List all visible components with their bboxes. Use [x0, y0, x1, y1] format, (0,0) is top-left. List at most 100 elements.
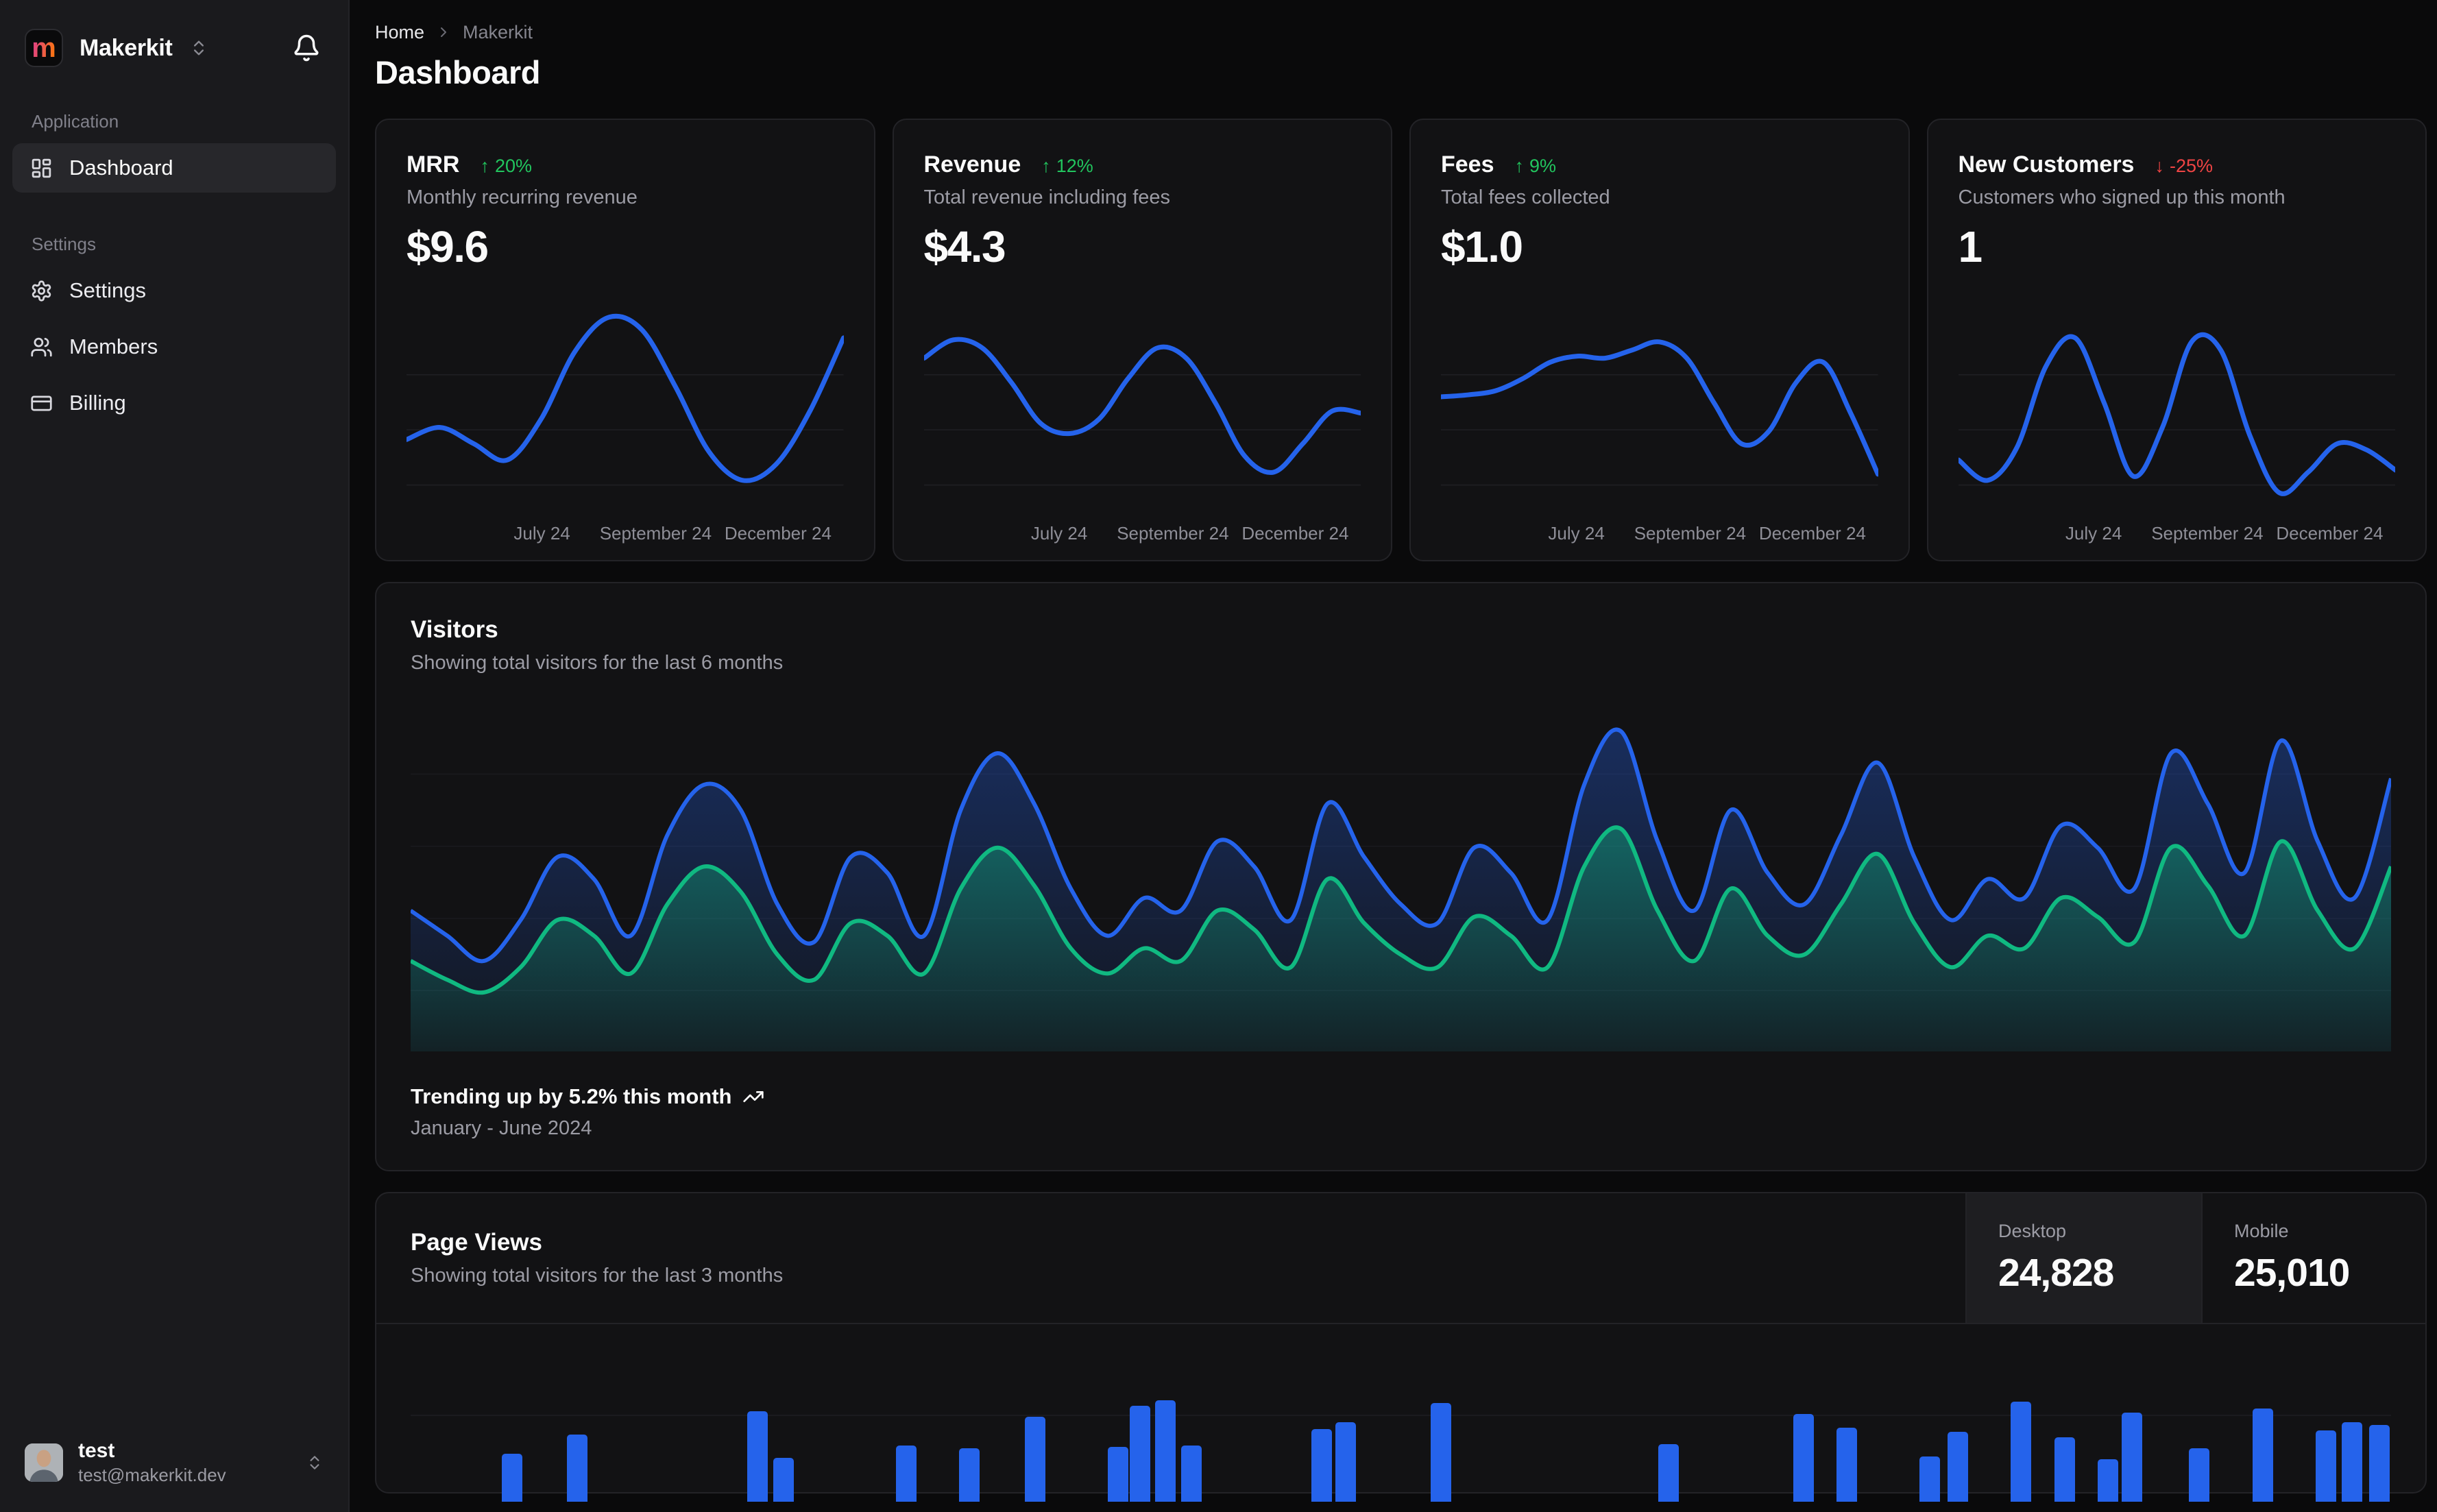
stat-value: $4.3 — [923, 222, 1006, 271]
toggle-mobile[interactable]: Mobile 25,010 — [2201, 1193, 2425, 1323]
chevrons-up-down-icon[interactable] — [306, 1454, 324, 1472]
settings-nav: Settings Members Billing — [0, 255, 348, 439]
bar — [1024, 1417, 1045, 1502]
bar — [2316, 1430, 2337, 1502]
axis-tick: September 24 — [1117, 523, 1229, 544]
chevron-right-icon — [435, 24, 452, 40]
bar — [895, 1446, 917, 1502]
trend-badge: ↑ 12% — [1041, 156, 1093, 177]
bar — [1155, 1400, 1176, 1502]
toggle-value: 24,828 — [1998, 1251, 2114, 1295]
bar — [2341, 1422, 2362, 1502]
bar — [747, 1411, 768, 1502]
trend-value: -25% — [2169, 156, 2213, 176]
stat-card-revenue: Revenue ↑ 12% Total revenue including fe… — [892, 119, 1392, 561]
visitors-card: Visitors Showing total visitors for the … — [375, 582, 2427, 1171]
arrow-up-icon: ↑ — [1041, 156, 1051, 176]
axis-tick: December 24 — [724, 523, 832, 544]
sidebar-item-members[interactable]: Members — [12, 322, 336, 371]
toggle-desktop[interactable]: Desktop 24,828 — [1965, 1193, 2201, 1323]
x-axis-labels: July 24 September 24 December 24 — [924, 517, 1361, 550]
bar — [1947, 1432, 1968, 1502]
user-menu[interactable]: test test@makerkit.dev — [0, 1419, 348, 1512]
sidebar-item-label: Billing — [69, 391, 126, 415]
nav-section-settings: Settings — [32, 234, 96, 254]
fees-sparkline-chart — [1441, 291, 1878, 517]
bar — [959, 1448, 980, 1502]
users-icon — [30, 336, 53, 358]
bar — [1129, 1406, 1150, 1502]
toggle-value: 25,010 — [2234, 1251, 2350, 1295]
bar — [2098, 1459, 2119, 1502]
stat-description: Monthly recurring revenue — [407, 186, 638, 208]
sidebar-item-billing[interactable]: Billing — [12, 378, 336, 428]
layout-dashboard-icon — [30, 157, 53, 180]
trend-value: 20% — [494, 156, 532, 176]
stat-card-mrr: MRR ↑ 20% Monthly recurring revenue $9.6… — [375, 119, 875, 561]
arrow-up-icon: ↑ — [1514, 156, 1525, 176]
bar — [1311, 1429, 1333, 1502]
axis-tick: July 24 — [1030, 523, 1088, 544]
bar — [1658, 1444, 1680, 1502]
sidebar-item-dashboard[interactable]: Dashboard — [12, 143, 336, 193]
page-views-subtitle: Showing total visitors for the last 3 mo… — [411, 1265, 784, 1287]
breadcrumb-current: Makerkit — [463, 21, 533, 42]
stat-title: Fees — [1441, 151, 1494, 178]
workspace-selector[interactable]: m Makerkit — [0, 0, 348, 81]
page-views-bar-chart — [411, 1324, 2391, 1502]
sidebar-item-settings[interactable]: Settings — [12, 266, 336, 315]
bar — [2122, 1413, 2143, 1502]
stat-card-new-customers: New Customers ↓ -25% Customers who signe… — [1926, 119, 2427, 561]
breadcrumb-home-link[interactable]: Home — [375, 22, 424, 43]
revenue-sparkline-chart — [924, 291, 1361, 517]
page-views-toggle-group: Desktop 24,828 Mobile 25,010 — [1965, 1193, 2425, 1323]
credit-card-icon — [30, 392, 53, 415]
x-axis-labels: July 24 September 24 December 24 — [1441, 517, 1878, 550]
gear-icon — [30, 280, 53, 302]
axis-tick: July 24 — [513, 523, 570, 544]
trend-badge: ↑ 20% — [480, 156, 532, 177]
chevrons-up-down-icon[interactable] — [189, 38, 208, 58]
user-email: test@makerkit.dev — [78, 1465, 226, 1485]
arrow-up-icon: ↑ — [480, 156, 489, 176]
bar — [1793, 1414, 1814, 1502]
makerkit-logo: m — [25, 29, 63, 67]
trend-value: 12% — [1056, 156, 1093, 176]
user-meta: test test@makerkit.dev — [78, 1439, 226, 1486]
stat-description: Total revenue including fees — [923, 186, 1171, 208]
trend-badge: ↑ 9% — [1515, 156, 1557, 177]
bar — [2189, 1448, 2210, 1502]
x-axis-labels: July 24 September 24 December 24 — [407, 517, 844, 550]
stat-cards-row: MRR ↑ 20% Monthly recurring revenue $9.6… — [375, 119, 2427, 561]
stat-title: New Customers — [1958, 151, 2135, 178]
sidebar-item-label: Dashboard — [69, 156, 173, 180]
axis-tick: September 24 — [1634, 523, 1747, 544]
toggle-label: Desktop — [1998, 1221, 2067, 1241]
visitors-period: January - June 2024 — [411, 1117, 592, 1139]
x-axis-labels: July 24 September 24 December 24 — [1959, 517, 2396, 550]
stat-description: Total fees collected — [1441, 186, 1610, 208]
visitors-title: Visitors — [411, 616, 498, 643]
arrow-down-icon: ↓ — [2155, 156, 2164, 176]
breadcrumb: Home Makerkit — [375, 21, 2427, 44]
sidebar-item-label: Settings — [69, 278, 147, 302]
user-name: test — [78, 1439, 115, 1462]
bar — [2252, 1409, 2273, 1502]
workspace-name[interactable]: Makerkit — [80, 35, 173, 62]
bar — [1430, 1403, 1451, 1502]
main-content: Home Makerkit Dashboard MRR ↑ 20% Monthl… — [351, 0, 2437, 1502]
trend-value: 9% — [1529, 156, 1557, 176]
bar — [1836, 1428, 1858, 1502]
bar — [1107, 1447, 1128, 1502]
axis-tick: July 24 — [1548, 523, 1605, 544]
makerkit-logo-letter: m — [32, 33, 56, 63]
axis-tick: July 24 — [2065, 523, 2122, 544]
stat-value: $1.0 — [1441, 222, 1523, 271]
nav-section-application: Application — [32, 111, 119, 132]
bar — [501, 1454, 522, 1502]
notifications-bell-icon[interactable] — [292, 34, 321, 62]
axis-tick: December 24 — [2276, 523, 2384, 544]
bar — [1180, 1446, 1202, 1502]
sidebar-item-label: Members — [69, 334, 158, 358]
axis-tick: December 24 — [1241, 523, 1349, 544]
